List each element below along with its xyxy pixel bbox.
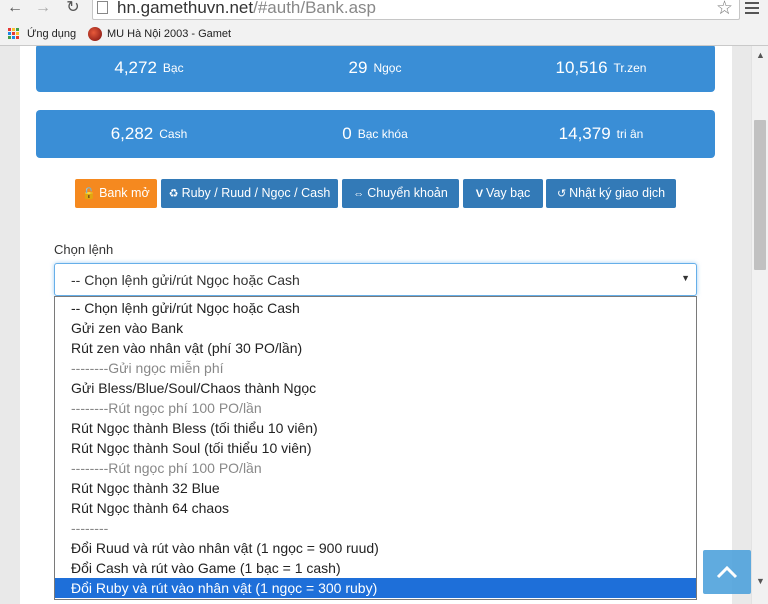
back-icon[interactable]: ← xyxy=(4,0,26,18)
ruby-ruud-ngoc-cash-button[interactable]: ♻ Ruby / Ruud / Ngọc / Cash xyxy=(161,179,338,208)
stat-ngoc: 29 Ngọc xyxy=(348,58,402,77)
dropdown-option[interactable]: -- Chọn lệnh gửi/rút Ngọc hoặc Cash xyxy=(55,298,696,318)
stat-tri-an: 14,379 tri ân xyxy=(558,124,644,143)
nav-row: ← → ↻ hn.gamethuvn.net/#auth/Bank.asp ☆ xyxy=(0,0,768,22)
back-to-top-button[interactable] xyxy=(703,550,751,594)
stat-bac-khoa: 0 Bạc khóa xyxy=(342,124,408,143)
dropdown-option[interactable]: Gửi Bless/Blue/Soul/Chaos thành Ngọc xyxy=(55,378,696,398)
bookmarks-bar: Ứng dụng MU Hà Nội 2003 - Gamet xyxy=(0,24,768,46)
bookmark-star-icon[interactable]: ☆ xyxy=(716,0,733,20)
transfer-icon: ⇔ xyxy=(353,188,365,200)
browser-chrome: ← → ↻ hn.gamethuvn.net/#auth/Bank.asp ☆ … xyxy=(0,0,768,46)
dropdown-option[interactable]: Rút Ngọc thành Bless (tối thiểu 10 viên) xyxy=(55,418,696,438)
command-label: Chọn lệnh xyxy=(54,242,114,257)
dropdown-option[interactable]: Rút zen vào nhân vật (phí 30 PO/lần) xyxy=(55,338,696,358)
chevron-up-icon xyxy=(716,565,738,579)
url-text: hn.gamethuvn.net/#auth/Bank.asp xyxy=(117,0,376,17)
command-select-value: -- Chọn lệnh gửi/rút Ngọc hoặc Cash xyxy=(71,272,300,288)
dropdown-option: --------Gửi ngọc miễn phí xyxy=(71,360,224,376)
dropdown-option[interactable]: Rút Ngọc thành 32 Blue xyxy=(55,478,696,498)
chevron-down-icon: ▼ xyxy=(681,273,690,283)
dropdown-option[interactable]: Đổi Ruud và rút vào nhân vật (1 ngọc = 9… xyxy=(55,538,696,558)
stat-cash: 6,282 Cash xyxy=(110,124,188,143)
dropdown-option[interactable]: Rút Ngọc thành Soul (tối thiểu 10 viên) xyxy=(55,438,696,458)
site-favicon-icon xyxy=(88,27,102,41)
dropdown-option: --------Rút ngọc phí 100 PO/lần xyxy=(71,400,262,416)
page-viewport: 4,272 Bạc 29 Ngọc 10,516 Tr.zen 6,282 Cash 0… xyxy=(0,46,768,604)
scroll-up-icon[interactable]: ▲ xyxy=(756,50,765,60)
forward-icon[interactable]: → xyxy=(32,0,54,18)
scrollbar-thumb[interactable] xyxy=(754,120,766,270)
scroll-down-icon[interactable]: ▼ xyxy=(756,576,765,586)
unlock-icon: 🔓 xyxy=(82,188,97,200)
page-icon xyxy=(97,1,108,14)
reload-icon[interactable]: ↻ xyxy=(62,0,84,18)
page-scrollbar[interactable]: ▲ ▼ xyxy=(751,46,768,604)
stats-row-1: 4,272 Bạc 29 Ngọc 10,516 Tr.zen xyxy=(36,46,715,92)
dropdown-option[interactable]: Đổi Ruby và rút vào nhân vật (1 ngọc = 3… xyxy=(55,578,696,598)
address-bar[interactable]: hn.gamethuvn.net/#auth/Bank.asp ☆ xyxy=(92,0,740,20)
stat-trzen: 10,516 Tr.zen xyxy=(555,58,647,77)
history-icon: ↺ xyxy=(556,188,567,200)
stat-bac: 4,272 Bạc xyxy=(114,58,184,77)
bookmark-apps[interactable]: Ứng dụng xyxy=(27,28,76,40)
menu-icon[interactable] xyxy=(745,2,759,17)
dropdown-option: -------- xyxy=(71,520,109,536)
loan-button[interactable]: V Vay bạc xyxy=(463,179,543,208)
stats-row-2: 6,282 Cash 0 Bạc khóa 14,379 tri ân xyxy=(36,110,715,158)
dropdown-option: --------Rút ngọc phí 100 PO/lần xyxy=(71,460,262,476)
transfer-button[interactable]: ⇔ Chuyển khoản xyxy=(342,179,459,208)
recycle-icon: ♻ xyxy=(168,188,179,200)
command-select[interactable]: -- Chọn lệnh gửi/rút Ngọc hoặc Cash ▼ xyxy=(54,263,697,296)
vimeo-icon: V xyxy=(475,188,484,200)
dropdown-option[interactable]: Gửi zen vào Bank xyxy=(55,318,696,338)
bookmark-mu-hanoi[interactable]: MU Hà Nội 2003 - Gamet xyxy=(107,28,231,40)
apps-icon[interactable] xyxy=(8,28,20,40)
history-button[interactable]: ↺ Nhật ký giao dịch xyxy=(546,179,676,208)
command-dropdown-list: -- Chọn lệnh gửi/rút Ngọc hoặc Cash Gửi z… xyxy=(54,296,697,600)
bank-open-button[interactable]: 🔓 Bank mở xyxy=(75,179,157,208)
dropdown-option[interactable]: Đổi Cash và rút vào Game (1 bạc = 1 cash… xyxy=(55,558,696,578)
dropdown-option[interactable]: Rút Ngọc thành 64 chaos xyxy=(55,498,696,518)
